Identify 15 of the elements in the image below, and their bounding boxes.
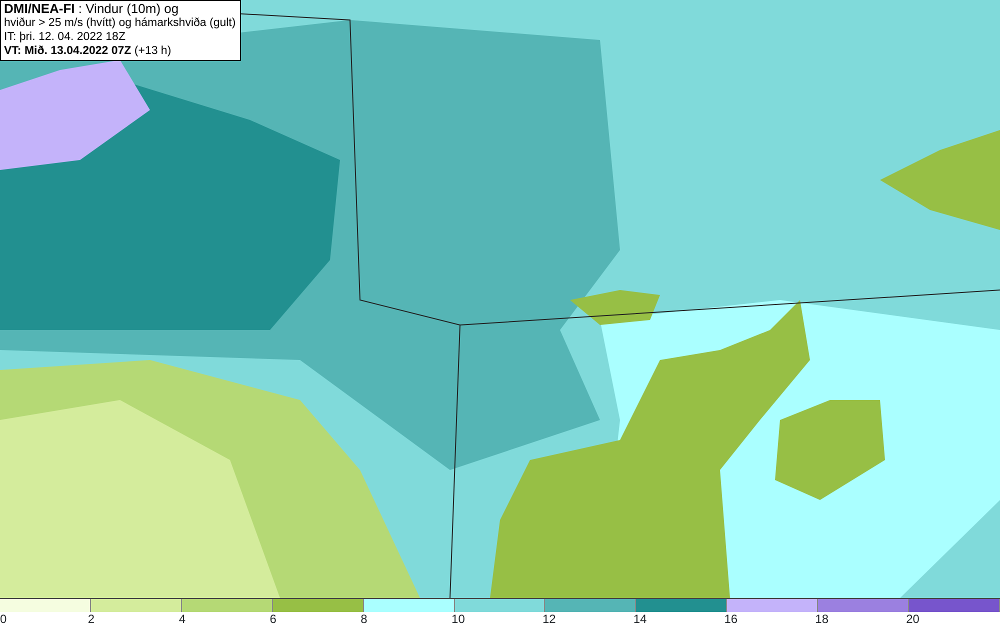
legend-label: 16 bbox=[724, 612, 738, 626]
legend-label: 12 bbox=[542, 612, 556, 626]
legend-label: 2 bbox=[88, 612, 95, 626]
legend-label: 4 bbox=[178, 612, 186, 626]
legend-label: 0 bbox=[0, 612, 7, 626]
legend-label: 8 bbox=[360, 612, 368, 626]
info-text: VT: Mið. 13.04.2022 07Z (+13 h) bbox=[4, 44, 172, 58]
legend-label: 20 bbox=[906, 612, 920, 626]
legend-label: 18 bbox=[815, 612, 829, 626]
legend-label: 14 bbox=[633, 612, 647, 626]
info-text: DMI/NEA-FI : Vindur (10m) og bbox=[4, 2, 180, 16]
info-text: IT: þri. 12. 04. 2022 18Z bbox=[4, 30, 126, 44]
info-text: hviður > 25 m/s (hvítt) og hámarkshviða (gult) bbox=[4, 16, 236, 30]
legend-label: 6 bbox=[270, 612, 276, 626]
legend-label: 10 bbox=[452, 612, 465, 626]
